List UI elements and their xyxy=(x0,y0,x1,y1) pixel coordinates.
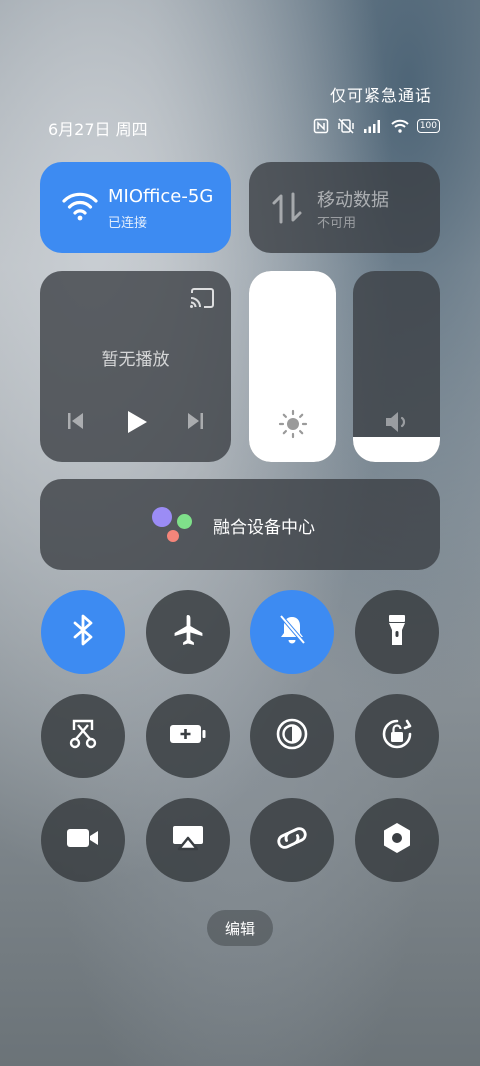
vibrate-off-icon xyxy=(337,118,355,134)
nfc-icon xyxy=(313,118,329,134)
emergency-call-text: 仅可紧急通话 xyxy=(329,86,432,105)
fusion-device-center[interactable]: 融合设备中心 xyxy=(40,479,440,570)
rotation-lock-toggle[interactable] xyxy=(355,694,439,778)
status-date: 6月27日 周四 xyxy=(48,120,148,139)
speaker-icon xyxy=(383,409,411,439)
screen-cast-toggle[interactable] xyxy=(146,798,230,882)
contrast-icon xyxy=(275,717,309,755)
rotation-lock-icon xyxy=(379,716,415,756)
bluetooth-icon xyxy=(70,613,96,651)
fusion-dots-icon xyxy=(152,507,198,543)
airplane-icon xyxy=(171,613,205,651)
brightness-slider[interactable] xyxy=(249,271,336,462)
play-icon[interactable] xyxy=(125,409,149,439)
volume-slider[interactable] xyxy=(353,271,440,462)
cast-icon[interactable] xyxy=(189,287,215,313)
wifi-tile[interactable]: MIOffice-5G 已连接 xyxy=(40,162,231,253)
flashlight-toggle[interactable] xyxy=(355,590,439,674)
link-icon xyxy=(274,823,310,857)
battery-icon: 100 xyxy=(416,119,440,133)
wifi-tile-title: MIOffice-5G xyxy=(108,186,212,207)
mobile-data-tile[interactable]: 移动数据 不可用 xyxy=(249,162,440,253)
silent-toggle[interactable] xyxy=(250,590,334,674)
battery-saver-toggle[interactable] xyxy=(146,694,230,778)
volume-level xyxy=(353,437,440,462)
media-status-text: 暂无播放 xyxy=(101,350,170,370)
bell-off-icon xyxy=(277,613,307,651)
dark-mode-toggle[interactable] xyxy=(250,694,334,778)
previous-icon[interactable] xyxy=(67,411,85,435)
scissors-icon xyxy=(68,718,98,754)
next-icon[interactable] xyxy=(186,411,204,435)
screen-record-toggle[interactable] xyxy=(41,798,125,882)
battery-plus-icon xyxy=(169,723,207,749)
flashlight-icon xyxy=(386,613,408,651)
media-player-tile[interactable]: 暂无播放 xyxy=(40,271,231,462)
settings-toggle[interactable] xyxy=(355,798,439,882)
mobile-data-subtitle: 不可用 xyxy=(317,216,357,231)
fusion-label: 融合设备中心 xyxy=(213,518,315,538)
status-icons: 100 xyxy=(313,116,440,136)
wifi-tile-subtitle: 已连接 xyxy=(108,216,148,231)
wifi-icon xyxy=(391,119,409,133)
link-toggle[interactable] xyxy=(250,798,334,882)
signal-icon xyxy=(363,119,383,133)
bluetooth-toggle[interactable] xyxy=(41,590,125,674)
edit-button[interactable]: 编辑 xyxy=(207,910,273,946)
mobile-data-title: 移动数据 xyxy=(317,190,389,211)
screenshot-toggle[interactable] xyxy=(41,694,125,778)
airplay-icon xyxy=(171,824,205,856)
airplane-toggle[interactable] xyxy=(146,590,230,674)
video-camera-icon xyxy=(65,826,101,854)
mobile-data-icon xyxy=(271,190,303,230)
sun-icon xyxy=(278,409,308,443)
hexagon-icon xyxy=(381,821,413,859)
wifi-icon xyxy=(62,190,98,226)
